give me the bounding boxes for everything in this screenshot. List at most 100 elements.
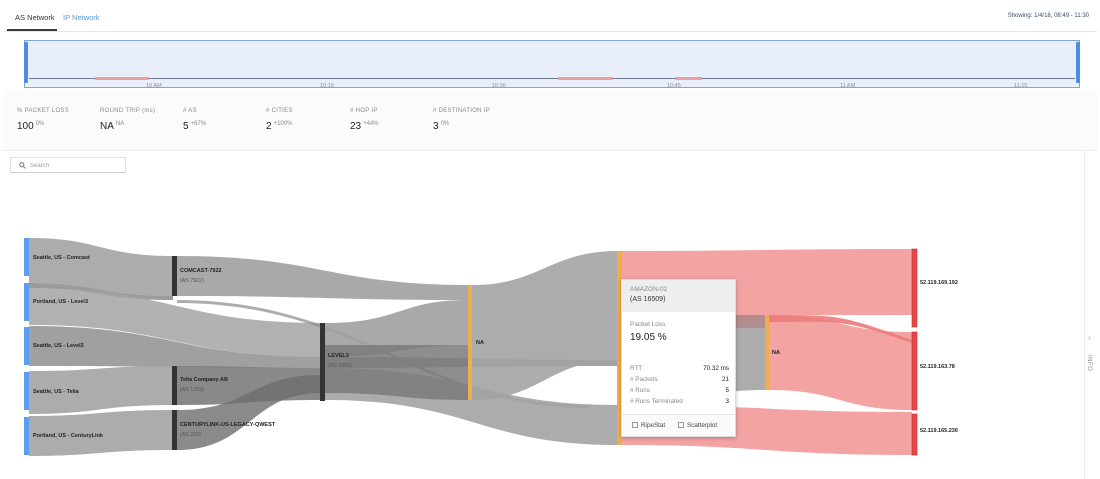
stat-delta: NA <box>115 121 125 127</box>
destination-node[interactable] <box>911 331 918 411</box>
destination-node[interactable] <box>911 248 918 328</box>
stat-as-count: # AS 5 +67% <box>183 108 206 132</box>
destination-label: 52.119.163.78 <box>920 364 955 370</box>
timeline-loss-segment <box>675 77 702 80</box>
stat-label: # HOP IP <box>350 108 378 114</box>
scatterplot-link-label: Scatterplot <box>687 422 718 429</box>
source-label: Seattle, US - Level3 <box>33 343 84 349</box>
stat-value: NA <box>100 121 114 132</box>
as-node[interactable] <box>320 323 325 401</box>
stat-cities: # CITIES 2 +100% <box>266 108 293 132</box>
tooltip-packet-loss-value: 19.05 % <box>630 332 667 343</box>
search-input[interactable] <box>30 160 120 171</box>
search-icon <box>19 162 26 169</box>
as-number: (AS 209) <box>180 432 201 438</box>
destination-label: 52.119.169.192 <box>920 280 958 286</box>
as-node[interactable] <box>172 366 177 405</box>
as-number: (AS 3356) <box>328 363 352 369</box>
tooltip-row-value: 5 <box>725 387 729 394</box>
stat-hop-ip: # HOP IP 23 +44% <box>350 108 379 132</box>
stat-label: % PACKET LOSS <box>17 108 70 114</box>
source-label: Portland, US - CenturyLink <box>33 433 103 439</box>
stat-delta: +67% <box>190 121 207 127</box>
tab-ip-network[interactable]: IP Network <box>63 13 100 22</box>
timeline-brush[interactable]: 10 AM 10:15 10:30 10:45 11 AM 11:15 <box>24 40 1080 89</box>
tab-divider <box>3 31 1097 32</box>
source-node[interactable] <box>24 327 29 365</box>
tooltip-row-label: RTT <box>630 365 643 372</box>
ripestat-link-label: RipeStat <box>641 422 666 429</box>
stat-destination-ip: # DESTINATION IP 3 0% <box>433 108 490 132</box>
na-node[interactable] <box>765 315 769 390</box>
tooltip-row: # Runs 5 <box>630 387 729 394</box>
as-label: Telia Company AB <box>180 377 228 383</box>
source-label: Seattle, US - Comcast <box>33 255 90 261</box>
stat-value: 2 <box>266 121 272 132</box>
stat-value: 5 <box>183 121 189 132</box>
tooltip-footer: RipeStat Scatterplot <box>622 414 735 436</box>
tooltip-row-value: 70.32 ms <box>703 365 729 372</box>
ripestat-link[interactable]: RipeStat <box>632 422 665 429</box>
chevron-left-icon[interactable]: ‹ <box>1088 332 1091 342</box>
scatterplot-icon <box>678 422 684 428</box>
node-tooltip: AMAZON-02 (AS 16509) Packet Loss 19.05 %… <box>621 279 736 437</box>
tooltip-as-number: (AS 16509) <box>630 296 666 303</box>
stats-bar <box>3 91 1097 150</box>
source-label: Portland, US - Level3 <box>33 299 89 305</box>
source-label: Seattle, US - Telia <box>33 389 79 395</box>
timeline-tick: 10 AM <box>146 83 162 89</box>
external-link-icon <box>632 422 638 428</box>
tooltip-header: AMAZON-02 (AS 16509) <box>622 280 735 312</box>
stat-delta: +100% <box>273 121 293 127</box>
tooltip-row: RTT 70.32 ms <box>630 365 729 372</box>
as-number: (AS 7922) <box>180 278 204 284</box>
stat-label: # DESTINATION IP <box>433 108 491 114</box>
scatterplot-link[interactable]: Scatterplot <box>678 422 717 429</box>
destination-node[interactable] <box>911 413 918 456</box>
destination-label: 52.119.165.236 <box>920 428 958 434</box>
timeline-tick: 11:15 <box>1014 83 1028 89</box>
timeline-right-handle[interactable] <box>1076 42 1080 83</box>
stat-delta: 0% <box>35 121 45 127</box>
stats-divider <box>3 150 1097 151</box>
info-rail: ‹ INFO <box>1084 151 1097 479</box>
stat-delta: 0% <box>440 121 450 127</box>
timeline-axis <box>29 78 1075 79</box>
source-node[interactable] <box>24 283 29 321</box>
tooltip-row-label: # Packets <box>630 376 658 383</box>
stat-label: ROUND TRIP (ms) <box>100 108 156 114</box>
as-label: COMCAST-7922 <box>180 268 222 274</box>
as-node[interactable] <box>172 410 177 450</box>
source-node[interactable] <box>24 417 29 455</box>
info-rail-label[interactable]: INFO <box>1086 355 1092 371</box>
na-node[interactable] <box>468 285 472 400</box>
as-node[interactable] <box>172 256 177 296</box>
stat-packet-loss: % PACKET LOSS 100 0% <box>17 108 69 132</box>
as-label: LEVEL3 <box>328 353 349 359</box>
stat-round-trip: ROUND TRIP (ms) NA NA <box>100 108 155 132</box>
tooltip-row: # Runs Terminated 3 <box>630 398 729 405</box>
tab-as-network[interactable]: AS Network <box>15 13 55 22</box>
tooltip-row-value: 3 <box>725 398 729 405</box>
stat-value: 3 <box>433 121 439 132</box>
na-label: NA <box>772 350 780 356</box>
search-box[interactable] <box>10 157 126 173</box>
timeline-tick: 10:15 <box>320 83 334 89</box>
stat-delta: +44% <box>363 121 379 127</box>
tooltip-packet-loss-label: Packet Loss <box>630 321 666 328</box>
timeline-loss-segment <box>558 77 613 80</box>
stat-value: 100 <box>17 121 34 132</box>
as-number: (AS 1299) <box>180 387 204 393</box>
tooltip-row-label: # Runs <box>630 387 650 394</box>
timeline-tick: 10:30 <box>492 83 506 89</box>
stat-label: # AS <box>183 108 197 114</box>
na-label: NA <box>476 340 484 346</box>
stat-value: 23 <box>350 121 362 132</box>
source-node[interactable] <box>24 372 29 410</box>
stat-label: # CITIES <box>266 108 293 114</box>
timeline-left-handle[interactable] <box>24 42 28 83</box>
source-node[interactable] <box>24 238 29 276</box>
timeline-tick: 10:45 <box>667 83 681 89</box>
time-range-label: Showing: 1/4/18, 08:49 - 11:30 <box>1007 13 1089 19</box>
timeline-loss-segment <box>95 77 149 80</box>
